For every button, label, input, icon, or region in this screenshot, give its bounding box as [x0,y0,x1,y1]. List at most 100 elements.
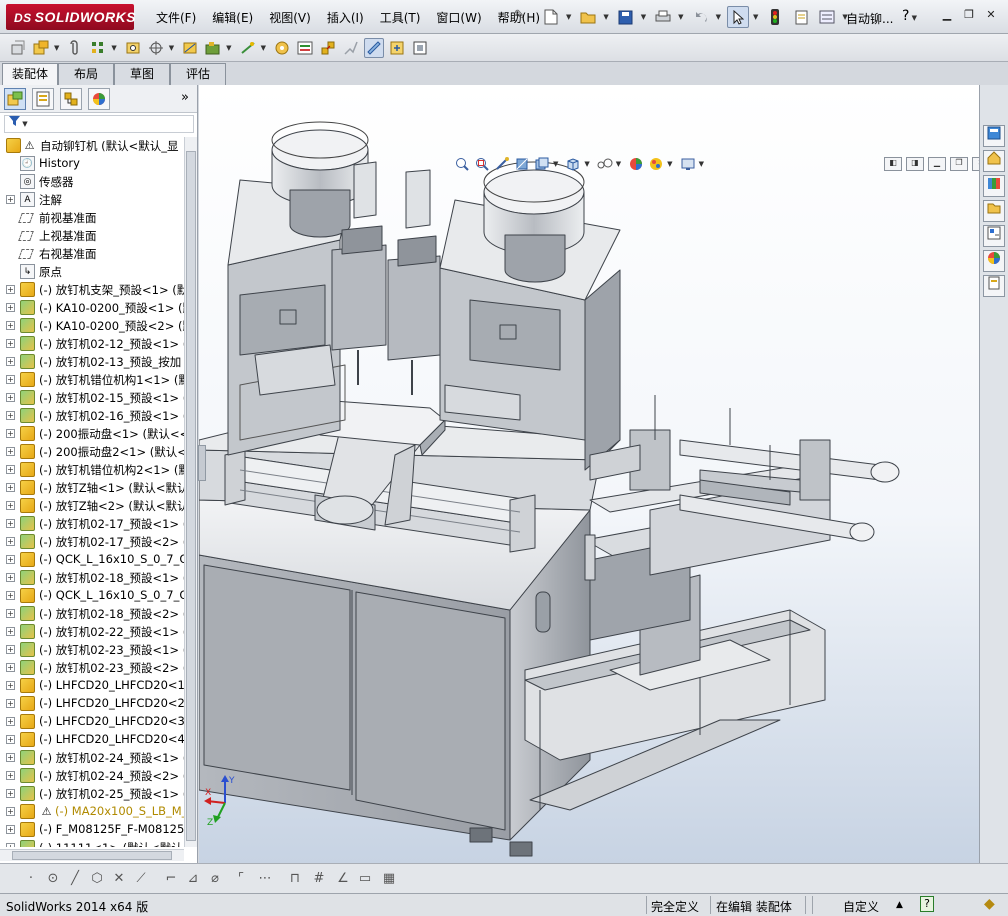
chevron-up-icon[interactable]: ▲ [896,900,903,910]
expand-toggle-icon[interactable]: + [6,393,15,402]
expand-toggle-icon[interactable]: + [6,321,15,330]
panel-splitter-handle[interactable] [198,445,206,481]
tab-layout[interactable]: 布局 [58,63,114,85]
tree-item[interactable]: + (-) 放钉机02-13_预設_按加 [0,353,184,371]
split-left-icon[interactable]: ◧ [884,157,902,171]
expand-toggle-icon[interactable]: + [6,663,15,672]
chevron-down-icon[interactable]: ▼ [699,160,704,168]
tree-item[interactable]: + (-) F_M08125F_F-M08125F-F [0,821,184,839]
property-manager-tab-icon[interactable] [32,87,54,110]
tab-assembly[interactable]: 装配体 [2,63,58,86]
help-button[interactable]: ? ▼ [902,8,923,24]
expand-toggle-icon[interactable]: + [6,807,15,816]
tree-item[interactable]: + (-) 200振动盘<1> (默认<< [0,425,184,443]
zoom-to-area-icon[interactable] [473,155,491,173]
open-folder-icon[interactable] [577,6,599,28]
previous-view-icon[interactable] [493,155,511,173]
chevron-down-icon[interactable]: ▼ [678,13,683,21]
display-manager-tab-icon[interactable] [88,87,110,110]
move-component-icon[interactable] [146,38,166,58]
assembly-3d-model[interactable] [199,85,979,863]
tree-item[interactable]: + (-) 放钉机02-18_预設<2> ( [0,605,184,623]
expand-toggle-icon[interactable]: + [6,609,15,618]
expand-toggle-icon[interactable]: + [6,825,15,834]
tree-item[interactable]: + (-) 放钉Z轴<1> (默认<默认 [0,479,184,497]
minimize-viewport-icon[interactable]: ▁ [928,157,946,171]
expand-toggle-icon[interactable]: + [6,771,15,780]
tree-item[interactable]: + (-) 放钉机02-17_预設<2> ( [0,533,184,551]
expand-toggle-icon[interactable]: + [6,303,15,312]
expand-toggle-icon[interactable]: + [6,195,15,204]
chevron-right-more-icon[interactable]: » [181,90,189,105]
fillet-icon[interactable]: ⌐ [162,870,180,888]
trim-icon[interactable]: ✕ [110,870,128,888]
line-icon[interactable]: ╱ [66,870,84,888]
chevron-down-icon[interactable]: ▼ [111,44,116,52]
menu-window[interactable]: 窗口(W) [428,9,489,26]
tree-item[interactable]: + (-) QCK_L_16x10_S_0_7_Q [0,587,184,605]
view-palette-icon[interactable] [983,225,1005,247]
tree-item[interactable]: + (-) QCK_L_16x10_S_0_7_Q [0,551,184,569]
expand-toggle-icon[interactable]: + [6,447,15,456]
assembly-features-icon[interactable] [203,38,223,58]
chevron-down-icon[interactable]: ▼ [169,44,174,52]
expand-toggle-icon[interactable]: + [6,501,15,510]
edit-appearance-icon[interactable] [627,155,645,173]
chevron-down-icon[interactable]: ▼ [616,160,621,168]
chevron-down-icon[interactable]: ▼ [566,13,571,21]
print-icon[interactable] [652,6,674,28]
expand-toggle-icon[interactable]: + [6,699,15,708]
file-properties-icon[interactable] [790,6,812,28]
expand-toggle-icon[interactable]: + [6,573,15,582]
linear-pattern-icon[interactable] [88,38,108,58]
tree-root-assembly[interactable]: ⚠ 自动铆钉机 (默认<默认_显 [0,137,184,155]
chamfer-icon[interactable]: ⊿ [184,870,202,888]
tree-item[interactable]: + (-) 放钉Z轴<2> (默认<默认 [0,497,184,515]
tab-evaluate[interactable]: 评估 [170,63,226,85]
tree-item[interactable]: 上视基准面 [0,227,184,245]
expand-toggle-icon[interactable]: + [6,681,15,690]
corner-rectangle-icon[interactable]: ⌜ [232,870,250,888]
feature-manager-tab-icon[interactable] [4,87,26,110]
menu-insert[interactable]: 插入(I) [319,9,372,26]
instant3d-icon[interactable] [363,37,384,58]
chevron-down-icon[interactable]: ▼ [641,13,646,21]
tree-item[interactable]: + (-) 200振动盘2<1> (默认< [0,443,184,461]
table-icon[interactable]: ▦ [380,870,398,888]
tree-vertical-scrollbar[interactable] [184,137,197,847]
expand-toggle-icon[interactable]: + [6,339,15,348]
graphics-viewport[interactable]: ▼ ▼ ▼ ▼ ▼ ◧ ◨ ▁ ❐ ✕ Y X Z [199,85,979,863]
chevron-down-icon[interactable]: ▼ [226,44,231,52]
zoom-to-fit-icon[interactable] [453,155,471,173]
polygon-icon[interactable]: ⬡ [88,870,106,888]
offset-entities-icon[interactable]: ⌀ [206,870,224,888]
restore-icon[interactable]: ❐ [958,8,980,24]
tree-item[interactable]: + (-) 放钉机02-23_预設<2> ( [0,659,184,677]
smart-dimension-icon[interactable]: ⊓ [286,870,304,888]
expand-toggle-icon[interactable]: + [6,555,15,564]
tree-item[interactable]: + (-) LHFCD20_LHFCD20<2> ( [0,695,184,713]
tree-item[interactable]: + (-) KA10-0200_预設<1> (默 [0,299,184,317]
view-orientation-icon[interactable] [564,155,582,173]
rebuild-traffic-light-icon[interactable] [764,6,786,28]
quick-tips-icon[interactable]: ? [920,896,934,912]
tree-item[interactable]: + (-) LHFCD20_LHFCD20<3> ( [0,713,184,731]
tree-item[interactable]: + (-) 放钉机02-17_预設<1> ( [0,515,184,533]
take-snapshot-icon[interactable] [410,38,430,58]
angle-icon[interactable]: ∠ [334,870,352,888]
new-document-icon[interactable] [540,6,562,28]
tree-horizontal-scrollbar[interactable] [0,849,184,861]
tree-item[interactable]: ◎ 传感器 [0,173,184,191]
tree-item[interactable]: 🕘 History [0,155,184,173]
insert-component-icon[interactable] [8,38,28,58]
expand-toggle-icon[interactable]: + [6,357,15,366]
tree-item[interactable]: + (-) 放钉机支架_预設<1> (默 [0,281,184,299]
select-cursor-icon[interactable] [726,6,749,28]
menu-tools[interactable]: 工具(T) [372,9,429,26]
chevron-down-icon[interactable]: ▼ [603,13,608,21]
expand-toggle-icon[interactable]: + [6,483,15,492]
home-icon[interactable] [983,150,1005,172]
tree-item[interactable]: + (-) 放钉机错位机构2<1> (默 [0,461,184,479]
chevron-down-icon[interactable]: ▼ [667,160,672,168]
expand-toggle-icon[interactable]: + [6,627,15,636]
